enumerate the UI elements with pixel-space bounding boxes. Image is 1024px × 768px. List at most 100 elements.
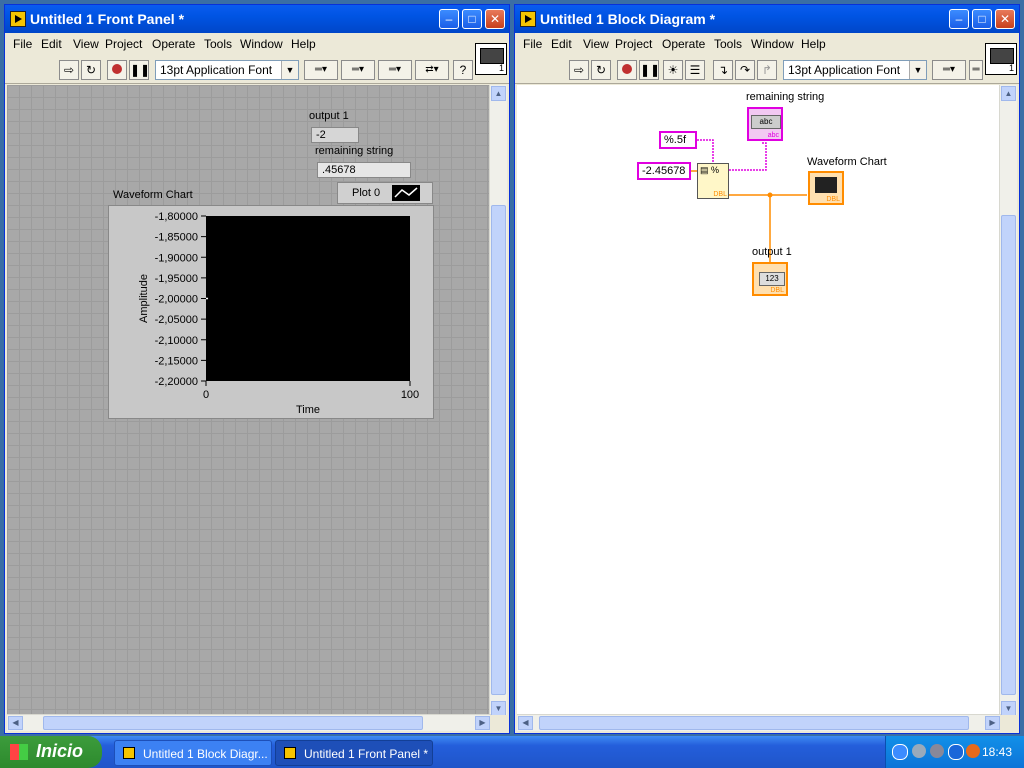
step-over-icon[interactable]: ↷ [735,60,755,80]
vi-icon[interactable]: 1 [475,43,507,75]
run-continuously-icon[interactable]: ↻ [591,60,611,80]
menu-edit[interactable]: Edit [551,37,572,51]
menu-tools[interactable]: Tools [714,37,742,51]
abort-icon[interactable] [617,60,637,80]
start-button[interactable]: Inicio [0,736,102,768]
menu-file[interactable]: File [13,37,32,51]
scroll-left-icon[interactable]: ◀ [8,716,23,730]
front-panel-canvas[interactable]: output 1 -2 remaining string .45678 Plot… [7,85,491,717]
highlight-execution-icon[interactable]: ☀ [663,60,683,80]
network-icon[interactable] [912,744,926,758]
font-select[interactable]: 13pt Application Font ▼ [155,60,299,80]
maximize-button[interactable]: □ [972,9,992,29]
help-icon[interactable]: ? [453,60,473,80]
pause-icon[interactable]: ❚❚ [129,60,150,80]
retain-wire-values-icon[interactable]: ☰ [685,60,705,80]
menu-window[interactable]: Window [751,37,794,51]
remaining-string-indicator[interactable]: .45678 [317,162,411,178]
step-out-icon[interactable]: ↱ [757,60,777,80]
front-panel-hscroll[interactable]: ◀ ▶ [7,714,491,731]
menu-help[interactable]: Help [291,37,316,51]
menu-tools[interactable]: Tools [204,37,232,51]
y-tick-label: -2,05000 [155,314,198,326]
output1-indicator[interactable]: -2 [311,127,359,143]
pause-icon[interactable]: ❚❚ [639,60,660,80]
block-diagram-hscroll[interactable]: ◀ ▶ [517,714,1001,731]
output1-terminal[interactable]: 123 DBL [752,262,788,296]
hscroll-thumb[interactable] [43,716,423,730]
run-arrow-icon[interactable]: ⇨ [569,60,589,80]
menu-project[interactable]: Project [615,37,652,51]
resize-objects-icon[interactable]: ═▾ [378,60,412,80]
run-arrow-icon[interactable]: ⇨ [59,60,79,80]
start-label: Inicio [36,741,84,761]
align-objects-icon[interactable]: ═▾ [304,60,338,80]
close-button[interactable]: ✕ [485,9,505,29]
block-diagram-vscroll[interactable]: ▲ ▼ [999,85,1017,717]
scan-function-glyph-icon: ▤ % [700,165,720,175]
menu-operate[interactable]: Operate [152,37,195,51]
wires-layer [689,139,807,263]
bluetooth-icon[interactable] [948,744,964,760]
scroll-right-icon[interactable]: ▶ [985,716,1000,730]
menu-view[interactable]: View [73,37,99,51]
line-plot-icon [394,187,418,198]
block-diagram-window[interactable]: Untitled 1 Block Diagram * ‒ □ ✕ File Ed… [514,4,1020,734]
distribute-objects-icon[interactable]: ═ [969,60,983,80]
block-diagram-titlebar[interactable]: Untitled 1 Block Diagram * ‒ □ ✕ [515,5,1019,33]
minimize-button[interactable]: ‒ [949,9,969,29]
scroll-right-icon[interactable]: ▶ [475,716,490,730]
menu-operate[interactable]: Operate [662,37,705,51]
menu-help[interactable]: Help [801,37,826,51]
run-continuously-icon[interactable]: ↻ [81,60,101,80]
front-panel-vscroll[interactable]: ▲ ▼ [489,85,507,717]
plot-legend[interactable]: Plot 0 [337,182,433,204]
scan-from-string-function[interactable]: ▤ % DBL [697,163,729,199]
scroll-down-icon[interactable]: ▼ [491,701,506,716]
resize-grip[interactable] [490,715,507,731]
scroll-left-icon[interactable]: ◀ [518,716,533,730]
taskbar-item-block-diagram[interactable]: Untitled 1 Block Diagr... [114,740,272,766]
vscroll-thumb[interactable] [491,205,506,695]
minimize-button[interactable]: ‒ [439,9,459,29]
windows-logo-icon [10,744,28,760]
maximize-button[interactable]: □ [462,9,482,29]
step-into-icon[interactable]: ↴ [713,60,733,80]
vi-icon-graphic [990,48,1014,64]
hscroll-thumb[interactable] [539,716,969,730]
menu-project[interactable]: Project [105,37,142,51]
front-panel-titlebar[interactable]: Untitled 1 Front Panel * ‒ □ ✕ [5,5,509,33]
vscroll-thumb[interactable] [1001,215,1016,695]
resize-grip[interactable] [1000,715,1017,731]
menu-file[interactable]: File [523,37,542,51]
distribute-objects-icon[interactable]: ═▾ [341,60,375,80]
scroll-up-icon[interactable]: ▲ [1001,86,1016,101]
block-diagram-canvas[interactable]: %.5f -2.45678 ▤ % DBL remaining string a… [517,85,1001,717]
menu-window[interactable]: Window [240,37,283,51]
vi-icon-number: 1 [498,63,504,73]
font-select[interactable]: 13pt Application Font ▼ [783,60,927,80]
close-button[interactable]: ✕ [995,9,1015,29]
abort-icon[interactable] [107,60,127,80]
x-tick-label: 0 [203,389,209,401]
antivirus-icon[interactable] [966,744,980,758]
waveform-chart-terminal[interactable]: DBL [808,171,844,205]
waveform-chart[interactable]: -1,80000 -1,85000 -1,90000 -1,95000 -2,00000… [108,205,434,419]
y-tick-label: -2,10000 [155,335,198,347]
scroll-down-icon[interactable]: ▼ [1001,701,1016,716]
remaining-string-terminal[interactable]: abc abc [747,107,783,141]
menu-edit[interactable]: Edit [41,37,62,51]
tray-expand-icon[interactable] [892,744,908,760]
vi-icon[interactable]: 1 [985,43,1017,75]
format-string-constant[interactable]: %.5f [659,131,697,149]
scroll-up-icon[interactable]: ▲ [491,86,506,101]
align-objects-icon[interactable]: ═▾ [932,60,966,80]
numeric-constant[interactable]: -2.45678 [637,162,691,180]
string-terminal-value: abc [751,115,781,129]
reorder-icon[interactable]: ⇄▾ [415,60,449,80]
numeric-terminal-value: 123 [759,272,785,286]
front-panel-window[interactable]: Untitled 1 Front Panel * ‒ □ ✕ File Edit… [4,4,510,734]
speaker-icon[interactable] [930,744,944,758]
taskbar-item-front-panel[interactable]: Untitled 1 Front Panel * [275,740,433,766]
menu-view[interactable]: View [583,37,609,51]
